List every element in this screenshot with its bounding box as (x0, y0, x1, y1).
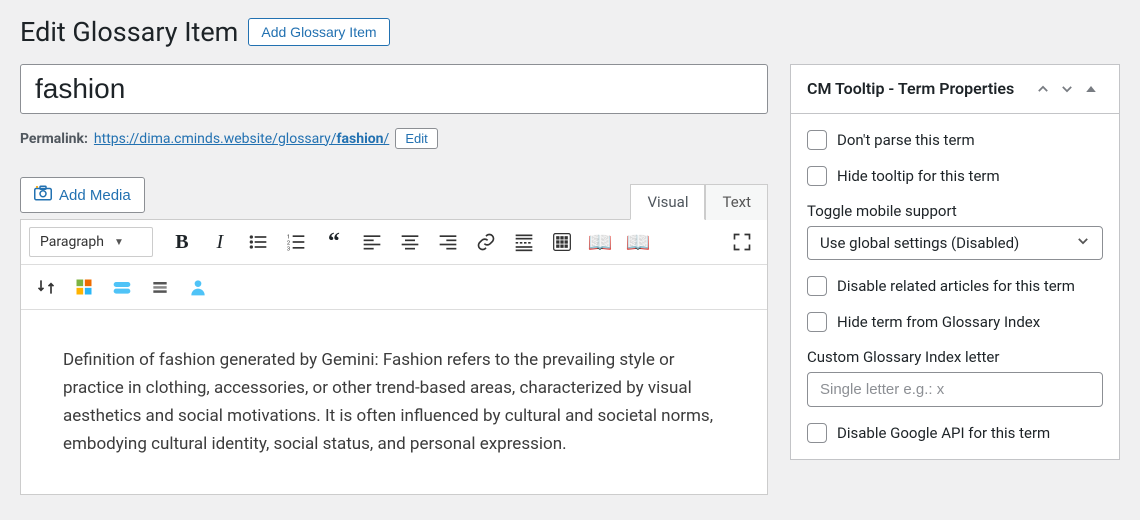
toolbar-toggle-button[interactable] (545, 226, 579, 258)
hide-tooltip-checkbox[interactable] (807, 166, 827, 186)
editor: Paragraph ▼ B I 123 “ (20, 219, 768, 495)
add-media-label: Add Media (59, 187, 131, 204)
custom-letter-label: Custom Glossary Index letter (807, 348, 1103, 366)
disable-google-checkbox[interactable] (807, 423, 827, 443)
format-select[interactable]: Paragraph ▼ (29, 227, 153, 257)
edit-permalink-button[interactable]: Edit (395, 128, 437, 149)
editor-content[interactable]: Definition of fashion generated by Gemin… (21, 310, 767, 494)
bulleted-list-button[interactable] (241, 226, 275, 258)
toggle-mobile-label: Toggle mobile support (807, 202, 1103, 220)
sort-icon[interactable] (29, 271, 63, 303)
glossary-book-icon[interactable]: 📖 (583, 226, 617, 258)
fullscreen-button[interactable] (725, 226, 759, 258)
hide-tooltip-label: Hide tooltip for this term (837, 167, 1000, 185)
dont-parse-label: Don't parse this term (837, 131, 975, 149)
custom-letter-input[interactable] (807, 372, 1103, 407)
permalink-link[interactable]: https://dima.cminds.website/glossary/fas… (94, 131, 389, 147)
move-down-icon[interactable] (1055, 77, 1079, 101)
svg-text:3: 3 (287, 246, 290, 252)
disable-related-label: Disable related articles for this term (837, 277, 1075, 295)
add-media-button[interactable]: Add Media (20, 177, 145, 213)
blockquote-button[interactable]: “ (317, 226, 351, 258)
caret-down-icon: ▼ (114, 237, 124, 248)
person-icon[interactable] (181, 271, 215, 303)
glossary-book-exclude-icon[interactable]: 📖 (621, 226, 655, 258)
toggle-panel-icon[interactable] (1079, 77, 1103, 101)
term-properties-box: CM Tooltip - Term Properties Don't parse… (790, 64, 1120, 460)
camera-icon (34, 185, 52, 205)
italic-button[interactable]: I (203, 226, 237, 258)
tab-visual[interactable]: Visual (630, 184, 705, 220)
pill-icon[interactable] (105, 271, 139, 303)
tab-text[interactable]: Text (705, 184, 768, 220)
permalink-row: Permalink: https://dima.cminds.website/g… (20, 128, 768, 149)
align-right-button[interactable] (431, 226, 465, 258)
link-button[interactable] (469, 226, 503, 258)
move-up-icon[interactable] (1031, 77, 1055, 101)
dont-parse-checkbox[interactable] (807, 130, 827, 150)
bold-button[interactable]: B (165, 226, 199, 258)
disable-google-label: Disable Google API for this term (837, 424, 1050, 442)
align-left-button[interactable] (355, 226, 389, 258)
add-glossary-item-button[interactable]: Add Glossary Item (248, 18, 389, 46)
disable-related-checkbox[interactable] (807, 276, 827, 296)
toggle-mobile-select[interactable]: Use global settings (Disabled) (807, 226, 1103, 260)
hide-from-index-checkbox[interactable] (807, 312, 827, 332)
postbox-title: CM Tooltip - Term Properties (807, 78, 1031, 100)
hide-from-index-label: Hide term from Glossary Index (837, 313, 1040, 331)
permalink-label: Permalink: (20, 131, 88, 147)
read-more-button[interactable] (507, 226, 541, 258)
post-title-input[interactable] (20, 64, 768, 114)
numbered-list-button[interactable]: 123 (279, 226, 313, 258)
editor-toolbar-1: Paragraph ▼ B I 123 “ (21, 220, 767, 265)
lines-icon[interactable] (143, 271, 177, 303)
chevron-down-icon (1076, 234, 1090, 252)
page-title: Edit Glossary Item (20, 16, 238, 48)
align-center-button[interactable] (393, 226, 427, 258)
grid-icon[interactable] (67, 271, 101, 303)
editor-toolbar-2 (21, 265, 767, 310)
